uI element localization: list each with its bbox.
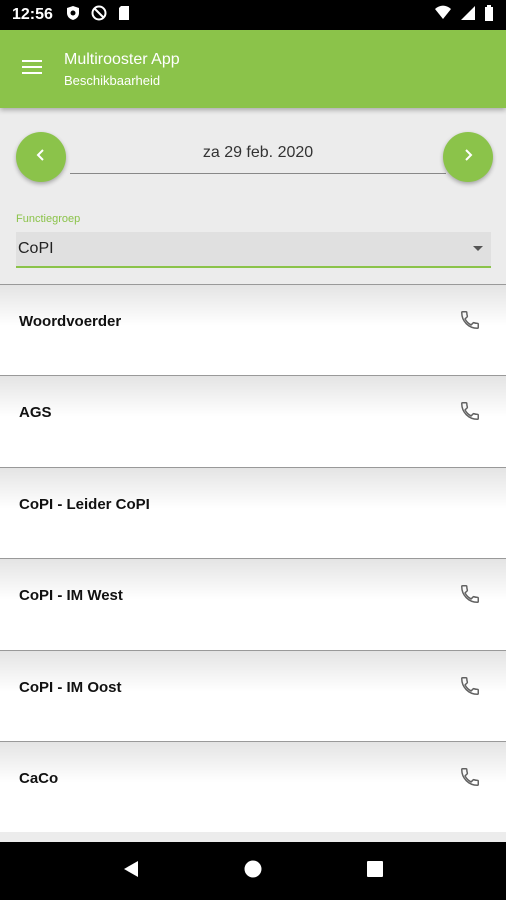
list-item[interactable]: CoPI - IM Oost [0,649,506,741]
date-underline [70,173,446,174]
phone-icon[interactable] [459,766,481,793]
app-subtitle: Beschikbaarheid [64,72,161,88]
list-item-name: AGS [19,404,52,422]
wifi-icon [434,5,452,26]
battery-icon [484,4,494,26]
phone-icon[interactable] [459,400,481,427]
list-item-name: Woordvoerder [19,313,122,330]
app-bar: Multirooster App Beschikbaarheid [0,30,506,108]
signal-icon [460,5,476,26]
app-title: Multirooster App [64,50,180,68]
home-icon[interactable] [243,859,263,884]
date-navigator: za 29 feb. 2020 [0,108,506,204]
functiegroep-label: Functiegroep [16,213,81,225]
back-icon[interactable] [121,859,141,884]
list-item-name: CoPI - IM Oost [19,678,122,696]
list-item[interactable]: CaCo [0,740,506,833]
list-item[interactable]: Woordvoerder [0,284,506,376]
chevron-left-icon [34,148,48,167]
do-not-disturb-icon [91,5,107,26]
phone-icon[interactable] [459,583,481,610]
shield-icon [65,5,81,26]
recents-icon[interactable] [365,859,385,884]
list-item[interactable]: AGS [0,375,506,467]
previous-day-button[interactable] [16,132,66,182]
menu-button[interactable] [0,30,64,108]
system-nav-bar [0,842,506,900]
list-item[interactable]: CoPI - IM West [0,558,506,650]
status-time: 12:56 [12,6,53,23]
list-item-name: CoPI - IM West [19,587,123,605]
phone-icon[interactable] [459,675,481,702]
dropdown-arrow-icon [473,246,483,251]
status-bar: 12:56 [0,0,506,30]
list-item-name: CoPI - Leider CoPI [19,495,150,513]
selected-date[interactable]: za 29 feb. 2020 [70,144,446,162]
role-list: Woordvoerder AGS CoPI - Leider CoPI CoPI - … [0,284,506,833]
next-day-button[interactable] [443,132,493,182]
list-item-name: CaCo [19,769,59,787]
hamburger-menu-icon [21,59,43,80]
phone-icon[interactable] [459,309,481,336]
functiegroep-value: CoPI [18,240,54,257]
functiegroep-select[interactable]: CoPI [16,232,491,268]
sim-card-icon [117,5,131,26]
chevron-right-icon [461,148,475,167]
list-item[interactable]: CoPI - Leider CoPI [0,466,506,559]
